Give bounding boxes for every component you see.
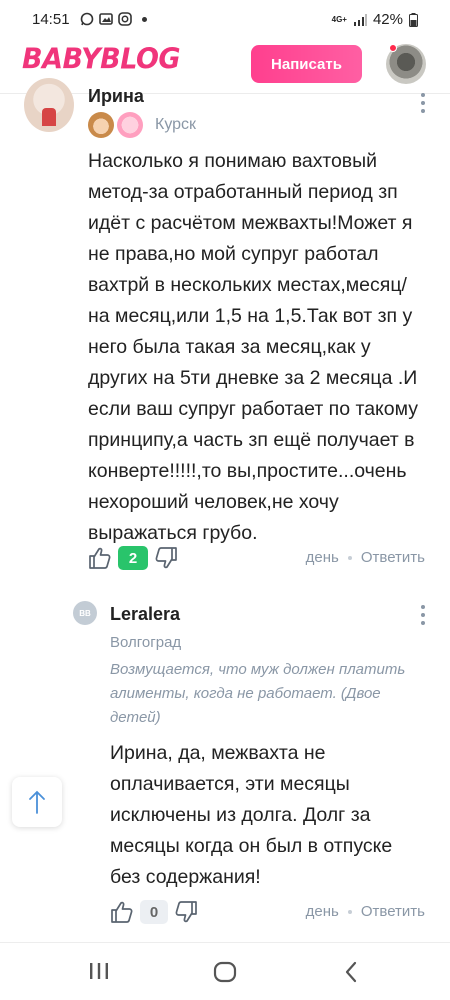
babyblog-logo[interactable]: BABYBLOG [22,43,181,76]
reply-time: день [305,903,339,920]
system-nav-bar [0,942,450,1000]
battery-icon [409,12,418,27]
signal-icon [353,13,367,26]
arrow-up-icon [29,790,45,814]
thumbs-down-icon[interactable] [154,546,178,570]
status-right: 4G+ 42% [332,11,418,28]
like-count: 2 [118,546,148,570]
status-time: 14:51 [32,11,70,28]
reply-link[interactable]: Ответить [361,549,425,566]
more-notifications-icon [142,16,147,22]
reply-link[interactable]: Ответить [361,903,425,920]
thumbs-up-icon[interactable] [88,546,112,570]
network-label: 4G+ [331,15,347,24]
separator-dot [347,909,352,914]
scroll-to-top-button[interactable] [12,777,62,827]
reply-author-avatar[interactable]: BB [73,601,97,625]
more-vertical-icon[interactable] [419,92,427,114]
reply-text: Ирина, да, межвахта не оплачивается, эти… [110,742,393,888]
instagram-icon [118,12,132,26]
reply-actions: 0 [110,897,198,927]
more-vertical-icon[interactable] [419,604,427,626]
notification-icons [80,12,147,26]
notification-dot [389,44,397,52]
back-icon[interactable] [343,961,359,988]
status-bar: 14:51 4G+ 42% [0,0,450,36]
battery-percent: 42% [372,11,403,28]
baby-badge-icon [117,112,143,138]
recents-icon[interactable] [88,961,110,986]
gallery-icon [99,13,113,25]
home-icon[interactable] [213,961,237,988]
reply-meta: день Ответить [306,903,425,920]
reply-author-status: Возмущается, что муж должен платить алим… [110,661,406,726]
reply-author-name[interactable]: Leralera [110,604,180,625]
write-button[interactable]: Написать [251,45,362,83]
thumbs-down-icon[interactable] [174,900,198,924]
thumbs-up-icon[interactable] [110,900,134,924]
reply-author-city: Волгоград [110,634,182,651]
separator-dot [347,555,352,560]
comment-author-name[interactable]: Ирина [88,86,144,107]
like-count: 0 [140,900,168,924]
comment-meta: день Ответить [306,549,425,566]
comment-author-city: Курск [155,116,197,133]
girl-badge-icon [88,112,114,138]
site-header: BABYBLOG Написать [0,36,450,94]
comment-text: Насколько я понимаю вахтовый метод-за от… [88,150,419,544]
whatsapp-icon [80,12,94,26]
comment-time: день [305,549,339,566]
comment-author-avatar[interactable] [24,78,74,132]
comment-actions: 2 [88,543,178,573]
